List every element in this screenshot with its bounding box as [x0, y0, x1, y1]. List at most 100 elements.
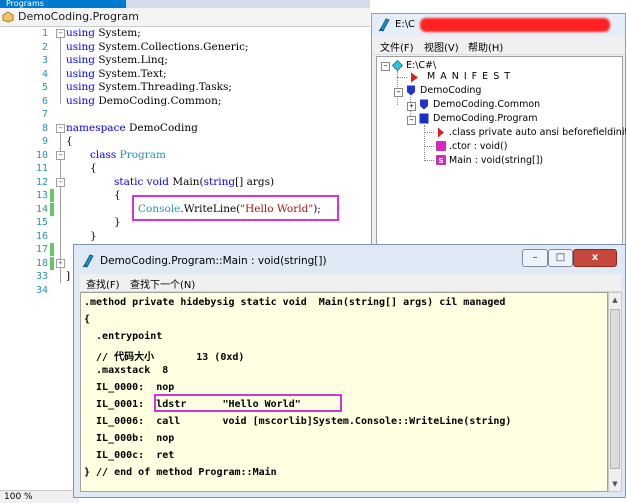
tree-manifest[interactable]: M A N I F E S T — [427, 71, 511, 82]
line-number: 7 — [41, 109, 48, 120]
line-number: 9 — [41, 136, 48, 147]
tree-connector — [397, 77, 407, 78]
menu-find-next[interactable]: 查找下一个(N) — [130, 276, 195, 291]
menu-find[interactable]: 查找(F) — [86, 276, 120, 291]
code-line: { — [66, 135, 73, 147]
collapse-toggle[interactable]: − — [56, 151, 65, 160]
tree-class-program[interactable]: DemoCoding.Program — [433, 113, 538, 124]
line-number: 2 — [41, 41, 48, 53]
ildasm-main-window: E:\C 文件(F) 视图(V) 帮助(H) − E:\C#\ M A N I … — [371, 13, 626, 253]
ildasm-title: E:\C — [395, 19, 416, 30]
tree-namespace[interactable]: DemoCoding — [420, 85, 481, 96]
collapse-toggle[interactable]: − — [56, 124, 65, 133]
tree-connector — [424, 160, 434, 161]
scroll-down-arrow[interactable]: ▼ — [609, 477, 621, 491]
line-number: 3 — [41, 55, 48, 66]
code-line: namespace DemoCoding — [66, 121, 198, 134]
il-line: // 代码大小 13 (0xd) — [84, 352, 245, 363]
class-icon — [2, 11, 14, 23]
change-marker — [50, 256, 54, 270]
line-number: 15 — [35, 217, 48, 228]
outline-line — [60, 38, 61, 104]
il-line: .maxstack 8 — [84, 365, 169, 376]
tree-root[interactable]: E:\C#\ — [406, 60, 436, 71]
line-number: 1 — [41, 28, 48, 39]
method-window-title: DemoCoding.Program::Main : void(string[]… — [100, 255, 327, 267]
assembly-icon — [392, 60, 403, 71]
il-line: IL_0000: nop — [84, 382, 175, 393]
line-number: 5 — [41, 82, 48, 93]
tree-class-declaration[interactable]: .class private auto ansi beforefieldinit — [449, 127, 626, 138]
method-icon — [436, 141, 446, 151]
scrollbar-thumb[interactable] — [610, 309, 620, 469]
svg-text:S: S — [438, 157, 443, 165]
manifest-icon — [411, 72, 418, 83]
zoom-level[interactable]: 100 % — [0, 490, 79, 503]
il-method-window: DemoCoding.Program::Main : void(string[]… — [73, 244, 626, 498]
tree-collapse-toggle[interactable]: − — [394, 88, 403, 97]
scroll-up-arrow[interactable]: ▲ — [609, 293, 621, 307]
tree-method-main[interactable]: Main : void(string[]) — [449, 155, 543, 166]
method-menu-bar: 查找(F) 查找下一个(N) — [80, 274, 621, 291]
il-line: .method private hidebysig static void Ma… — [84, 297, 506, 308]
code-line: { — [114, 189, 121, 201]
class-icon — [419, 113, 429, 124]
code-line: } — [114, 216, 121, 228]
tab-program-cs[interactable]: Programs — [0, 0, 126, 8]
writeline-highlight-box — [132, 195, 339, 221]
line-number: 33 — [35, 271, 48, 282]
menu-help[interactable]: 帮助(H) — [468, 39, 503, 54]
ildasm-menu-bar: 文件(F) 视图(V) 帮助(H) — [372, 36, 625, 55]
redaction-mark — [420, 18, 610, 32]
ildasm-icon — [378, 18, 390, 32]
il-line: IL_0006: call void [mscorlib]System.Cons… — [84, 416, 512, 427]
code-line: using System; — [66, 27, 141, 39]
nav-type-dropdown[interactable]: DemoCoding.Program — [18, 10, 139, 23]
line-number: 14 — [35, 203, 48, 215]
line-number: 13 — [35, 190, 48, 201]
line-number: 17 — [35, 244, 48, 255]
line-number: 4 — [41, 68, 48, 80]
ldstr-highlight-box — [154, 394, 342, 412]
namespace-icon — [407, 85, 415, 96]
tree-collapse-toggle[interactable]: − — [381, 62, 390, 71]
tree-method-ctor[interactable]: .ctor : void() — [449, 141, 507, 152]
line-number: 10 — [35, 149, 48, 161]
code-line: static void Main(string[] args) — [114, 175, 275, 188]
tree-connector — [424, 125, 425, 161]
il-line: { — [84, 314, 91, 325]
tree-connector — [424, 146, 434, 147]
change-marker — [50, 189, 54, 202]
change-marker — [50, 202, 54, 216]
vertical-scrollbar[interactable]: ▲ ▼ — [608, 292, 622, 492]
menu-file[interactable]: 文件(F) — [380, 39, 414, 54]
code-line: using System.Threading.Tasks; — [66, 81, 232, 93]
maximize-button[interactable]: □ — [548, 249, 573, 267]
code-line: ] — [66, 270, 71, 282]
il-line: } // end of method Program::Main — [84, 467, 277, 478]
class-decl-icon — [438, 127, 444, 138]
tree-namespace-common[interactable]: DemoCoding.Common — [433, 99, 540, 110]
ildasm-title-bar[interactable]: E:\C — [372, 14, 625, 36]
tree-collapse-toggle[interactable]: − — [407, 116, 416, 125]
code-line: } — [90, 229, 97, 242]
assembly-tree[interactable]: − E:\C#\ M A N I F E S T − DemoCoding + … — [376, 56, 626, 253]
line-number: 18 — [35, 257, 48, 269]
code-line: using System.Linq; — [66, 54, 168, 66]
collapse-toggle[interactable]: − — [56, 178, 65, 187]
line-number: 11 — [35, 163, 48, 174]
il-code-pane[interactable]: .method private hidebysig static void Ma… — [80, 292, 608, 492]
expand-toggle[interactable]: + — [56, 259, 65, 268]
code-line: { — [90, 162, 97, 174]
close-button[interactable]: x — [573, 249, 617, 267]
minimize-button[interactable]: – — [522, 249, 548, 267]
line-number: 16 — [35, 230, 48, 242]
tree-expand-toggle[interactable]: + — [407, 102, 416, 111]
collapse-toggle[interactable]: − — [56, 29, 65, 38]
il-line: IL_000c: ret — [84, 450, 175, 461]
menu-view[interactable]: 视图(V) — [424, 39, 459, 54]
tree-connector — [424, 132, 434, 133]
line-number: 34 — [35, 284, 48, 296]
namespace-icon — [420, 99, 428, 110]
code-line: using System.Collections.Generic; — [66, 40, 249, 53]
